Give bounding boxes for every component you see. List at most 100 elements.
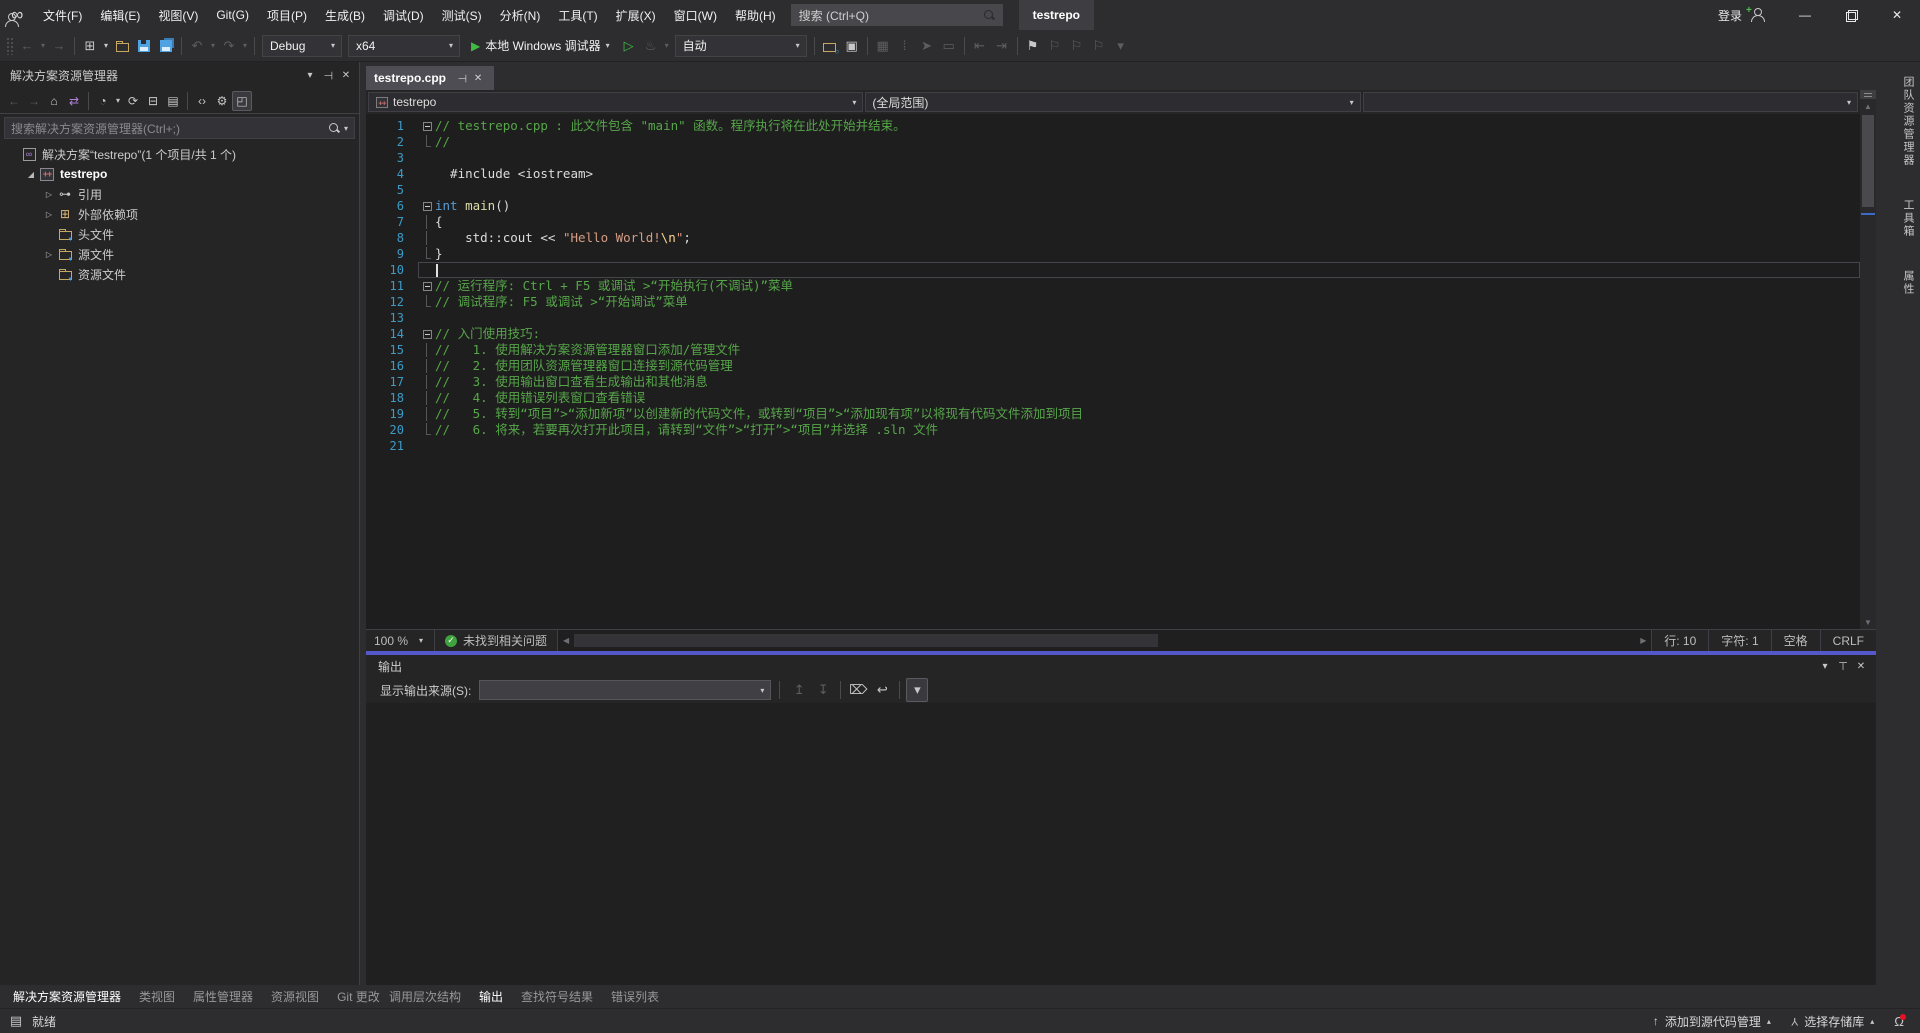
document-tab-testrepo-cpp[interactable]: testrepo.cpp ⊤ ✕ (366, 66, 494, 90)
code-line-21[interactable]: 21 (366, 438, 1860, 454)
member-dropdown[interactable]: ▾ (1363, 92, 1858, 112)
code-line-7[interactable]: 7{ (366, 214, 1860, 230)
toggle-bookmark-icon[interactable]: ⚑ (1022, 34, 1044, 58)
se-properties-icon[interactable]: ⚙ (212, 91, 232, 111)
code-line-1[interactable]: 1// testrepo.cpp : 此文件包含 "main" 函数。程序执行将… (366, 118, 1860, 134)
collapsed-arrow-icon[interactable]: ▷ (42, 210, 56, 219)
tab-left-3[interactable]: 属性管理器 (184, 985, 262, 1008)
fold-collapse-box[interactable] (419, 327, 435, 341)
fold-collapse-box[interactable] (419, 279, 435, 293)
chevron-down-icon[interactable]: ▾ (113, 89, 123, 113)
solution-explorer-search-input[interactable]: 搜索解决方案资源管理器(Ctrl+;) ▾ (4, 117, 355, 139)
output-clear-all-icon[interactable]: ⌦ (847, 678, 869, 702)
scroll-left-icon[interactable]: ◀ (558, 634, 574, 648)
se-show-all-files-icon[interactable]: ▤ (163, 91, 183, 111)
code-metrics-icon[interactable]: ▦ (872, 34, 894, 58)
outdent-icon[interactable]: ⇤ (969, 34, 991, 58)
fold-collapse-box[interactable] (419, 119, 435, 133)
output-next-message-icon[interactable]: ↧ (812, 678, 834, 702)
background-tasks-icon[interactable]: ▤ (8, 1009, 24, 1033)
scroll-up-icon[interactable]: ▲ (1864, 99, 1872, 113)
send-feedback-button[interactable] (0, 4, 1906, 36)
se-refresh-icon[interactable]: ⟳ (123, 91, 143, 111)
se-switch-views-icon[interactable]: ⇄ (64, 91, 84, 111)
tree-row-6[interactable]: ▷源文件 (0, 244, 359, 264)
debug-target-dropdown[interactable]: 自动▾ (675, 35, 807, 57)
output-autoscroll-icon[interactable]: ▾ (906, 678, 928, 702)
rail-tab-3[interactable]: 属性 (1896, 262, 1920, 304)
document-health-indicator[interactable]: ✓ 未找到相关问题 (435, 630, 558, 651)
code-line-15[interactable]: 15// 1. 使用解决方案资源管理器窗口添加/管理文件 (366, 342, 1860, 358)
code-line-12[interactable]: 12// 调试程序: F5 或调试 >“开始调试”菜单 (366, 294, 1860, 310)
add-to-source-control-button[interactable]: ↑ 添加到源代码管理 ▴ (1643, 1009, 1781, 1033)
spaces-mode-indicator[interactable]: 空格 (1771, 630, 1820, 651)
code-line-16[interactable]: 16// 2. 使用团队资源管理器窗口连接到源代码管理 (366, 358, 1860, 374)
h-scrollbar-track[interactable] (574, 630, 1635, 651)
tree-row-7[interactable]: 资源文件 (0, 264, 359, 284)
code-line-9[interactable]: 9} (366, 246, 1860, 262)
select-repository-button[interactable]: Y 选择存储库 ▴ (1781, 1009, 1884, 1033)
output-content[interactable] (366, 703, 1876, 985)
se-forward-icon[interactable]: → (24, 91, 44, 111)
paste-icon[interactable]: ▭ (938, 34, 960, 58)
scrollbar-thumb[interactable] (1862, 115, 1874, 207)
pin-icon[interactable]: ⊤ (319, 66, 337, 84)
save-icon[interactable] (133, 34, 155, 58)
solution-configuration-dropdown[interactable]: Debug▾ (262, 35, 342, 57)
output-word-wrap-icon[interactable]: ↩ (871, 678, 893, 702)
save-all-icon[interactable] (155, 34, 177, 58)
close-tab-icon[interactable]: ✕ (470, 70, 486, 86)
scrollbar-track[interactable] (1860, 113, 1876, 615)
se-pending-changes-filter-icon[interactable]: ◔ (93, 91, 113, 111)
code-line-2[interactable]: 2// (366, 134, 1860, 150)
rail-tab-2[interactable]: 工具箱 (1896, 191, 1920, 246)
code-line-8[interactable]: 8 std::cout << "Hello World!\n"; (366, 230, 1860, 246)
pin-tab-icon[interactable]: ⊤ (454, 70, 470, 86)
next-bookmark-icon[interactable]: ⚐ (1066, 34, 1088, 58)
eol-indicator[interactable]: CRLF (1820, 630, 1876, 651)
column-select-icon[interactable]: ⁞ (894, 34, 916, 58)
tab-bottom-3[interactable]: 查找符号结果 (512, 985, 602, 1008)
nav-backward-icon[interactable]: ← (16, 34, 38, 58)
prev-bookmark-icon[interactable]: ⚐ (1044, 34, 1066, 58)
tab-left-4[interactable]: 资源视图 (262, 985, 328, 1008)
editor-horizontal-scrollbar[interactable]: ◀ ▶ (558, 630, 1651, 651)
se-collapse-all-icon[interactable]: ⊟ (143, 91, 163, 111)
close-icon[interactable]: ✕ (337, 66, 355, 84)
chevron-down-icon[interactable]: ▾ (240, 34, 250, 58)
chevron-down-icon[interactable]: ▾ (101, 34, 111, 58)
redo-icon[interactable]: ↷ (218, 34, 240, 58)
code-line-5[interactable]: 5 (366, 182, 1860, 198)
code-line-10[interactable]: 10 (366, 262, 1860, 278)
pin-icon[interactable]: ⊤ (1834, 657, 1852, 675)
new-project-icon[interactable]: ⊞ (79, 34, 101, 58)
nav-forward-icon[interactable]: → (48, 34, 70, 58)
code-line-18[interactable]: 18// 4. 使用错误列表窗口查看错误 (366, 390, 1860, 406)
se-preview-selected-icon[interactable]: ◰ (232, 91, 252, 111)
scope-dropdown[interactable]: (全局范围) ▾ (865, 92, 1360, 112)
chevron-down-icon[interactable]: ▾ (38, 34, 48, 58)
chevron-down-icon[interactable]: ▾ (662, 34, 672, 58)
se-view-code-icon[interactable]: ‹› (192, 91, 212, 111)
chevron-down-icon[interactable]: ▾ (208, 34, 218, 58)
code-line-4[interactable]: 4 #include <iostream> (366, 166, 1860, 182)
tree-row-3[interactable]: ▷⊶引用 (0, 184, 359, 204)
window-position-menu-icon[interactable]: ▾ (301, 66, 319, 84)
window-position-menu-icon[interactable]: ▾ (1816, 657, 1834, 675)
se-back-icon[interactable]: ← (4, 91, 24, 111)
code-line-13[interactable]: 13 (366, 310, 1860, 326)
hot-reload-icon[interactable]: ♨ (640, 34, 662, 58)
cursor-line-indicator[interactable]: 行: 10 (1651, 630, 1708, 651)
tree-row-1[interactable]: ∞解决方案“testrepo”(1 个项目/共 1 个) (0, 144, 359, 164)
fold-collapse-box[interactable] (419, 199, 435, 213)
code-line-19[interactable]: 19// 5. 转到“项目”>“添加新项”以创建新的代码文件，或转到“项目”>“… (366, 406, 1860, 422)
tab-bottom-1[interactable]: 调用层次结构 (380, 985, 470, 1008)
tree-row-4[interactable]: ▷⊞外部依赖项 (0, 204, 359, 224)
rail-tab-1[interactable]: 团队资源管理器 (1896, 68, 1920, 175)
toolbar-overflow-icon[interactable]: ▾ (1110, 34, 1132, 58)
start-without-debugging-icon[interactable]: ▷ (618, 34, 640, 58)
close-icon[interactable]: ✕ (1852, 657, 1870, 675)
cursor-char-indicator[interactable]: 字符: 1 (1708, 630, 1770, 651)
scroll-down-icon[interactable]: ▼ (1864, 615, 1872, 629)
tab-left-1[interactable]: 解决方案资源管理器 (4, 985, 130, 1008)
